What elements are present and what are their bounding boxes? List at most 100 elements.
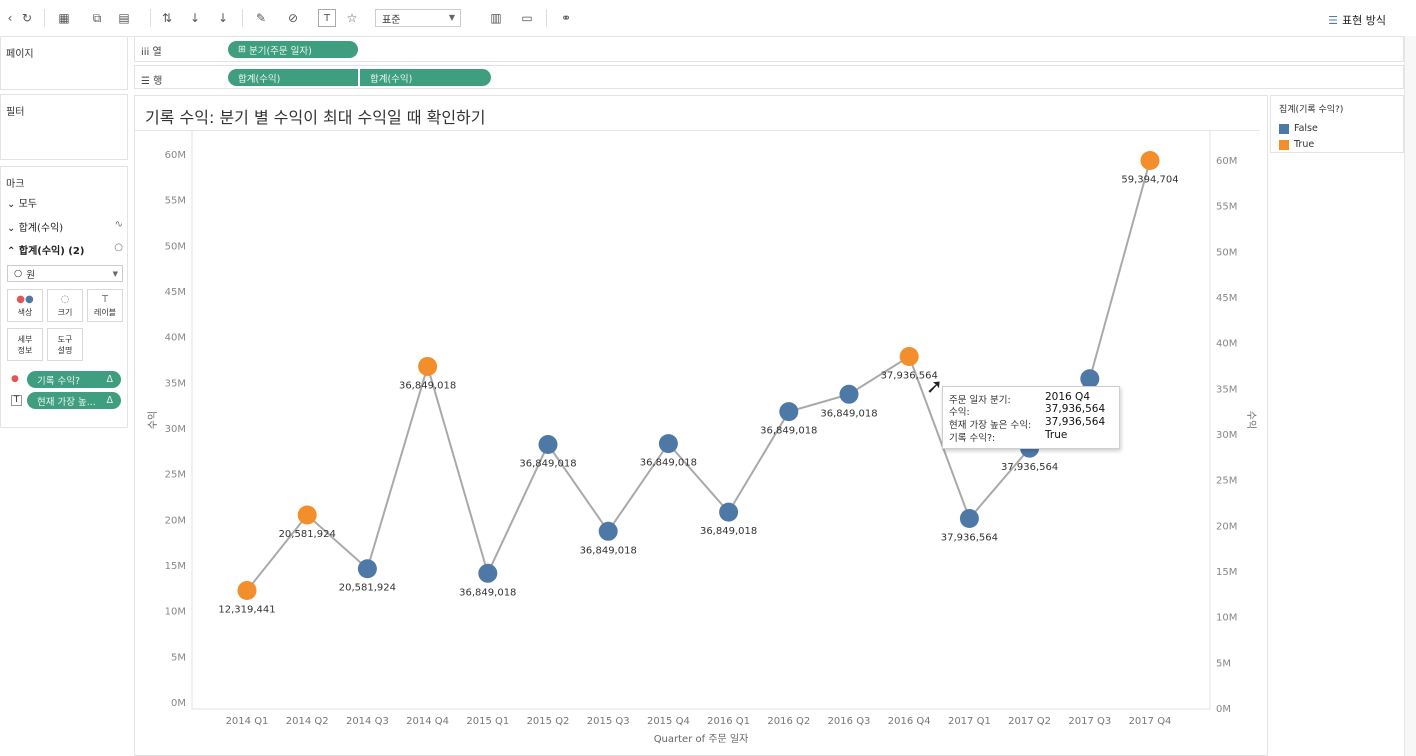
data-label: 36,849,018: [820, 408, 877, 419]
marks-all-label: 모두: [18, 199, 37, 210]
data-point: [719, 502, 739, 522]
y-tick-label-right: 15M: [1216, 567, 1237, 578]
data-point: [959, 509, 979, 529]
tooltip-key-profit: 수익:: [949, 407, 970, 418]
marks-sum1-row[interactable]: ⌄ 합계(수익) ∿: [7, 219, 123, 234]
data-point: [899, 347, 919, 367]
tooltip-button[interactable]: 도구 설명: [47, 328, 83, 361]
show-me-button[interactable]: ☰ 표현 방식: [1328, 12, 1386, 28]
data-label: 36,849,018: [700, 526, 757, 537]
marks-title: 마크: [6, 179, 25, 190]
label-button[interactable]: T 레이블: [87, 289, 123, 322]
mouse-cursor-icon: ➚: [926, 374, 943, 398]
legend-label-false: False: [1294, 123, 1318, 134]
rows-label-text: 행: [153, 76, 163, 87]
y-axis-title-left: 수익: [147, 411, 159, 429]
y-tick-label-right: 10M: [1216, 613, 1237, 624]
data-label: 37,936,564: [1001, 462, 1058, 473]
chevron-down-icon: ▼: [112, 269, 118, 278]
filters-card[interactable]: 필터: [0, 94, 128, 160]
presentation-icon[interactable]: ▭: [518, 9, 536, 27]
legend-swatch-false: [1279, 123, 1289, 134]
y-tick-label-left: 45M: [165, 287, 186, 298]
highlight-icon[interactable]: ✎: [252, 9, 270, 27]
detail-button[interactable]: 세부 정보: [7, 328, 43, 361]
data-label: 37,936,564: [941, 533, 998, 544]
data-point: [357, 559, 377, 579]
data-label: 36,849,018: [580, 545, 637, 556]
tooltip-value-highest: 37,936,564: [1045, 416, 1106, 428]
color-record-pill[interactable]: 기록 수익? Δ: [27, 371, 121, 388]
x-tick-label: 2015 Q4: [647, 716, 690, 727]
pages-card[interactable]: 페이지: [0, 36, 128, 90]
detail-button-label-1: 세부: [17, 335, 33, 344]
label-highest-pill[interactable]: 현재 가장 높... Δ: [27, 392, 121, 409]
duplicate-sheet-icon[interactable]: ⧉: [88, 9, 106, 27]
x-tick-label: 2014 Q1: [226, 716, 269, 727]
share-icon[interactable]: ⚭: [557, 9, 575, 27]
sort-descending-icon[interactable]: ↓: [214, 9, 232, 27]
legend-item-false[interactable]: False: [1279, 123, 1318, 134]
undo-icon[interactable]: ‹: [4, 9, 16, 27]
sort-ascending-icon[interactable]: ↓: [186, 9, 204, 27]
size-button-label: 크기: [57, 308, 73, 317]
legend-label-true: True: [1294, 139, 1315, 150]
mark-type-select[interactable]: ○ 원 ▼: [7, 265, 123, 282]
tooltip-key-record: 기록 수익?:: [949, 433, 996, 444]
color-button[interactable]: ●● 색상: [7, 289, 43, 322]
toolbar-divider: [546, 9, 547, 27]
fit-select[interactable]: 표준 ▼: [375, 9, 461, 27]
y-tick-label-left: 55M: [165, 196, 186, 207]
rows-pill-1[interactable]: 합계(수익): [228, 69, 358, 86]
y-tick-label-left: 0M: [171, 698, 186, 709]
x-tick-label: 2014 Q3: [346, 716, 389, 727]
label-icon: T: [101, 294, 109, 305]
data-point: [478, 563, 498, 583]
size-button[interactable]: ◌ 크기: [47, 289, 83, 322]
label-button-label: 레이블: [93, 308, 117, 317]
columns-pill[interactable]: ⊞ 분기(주문 일자): [228, 41, 358, 58]
tooltip-key-highest: 현재 가장 높은 수익:: [949, 420, 1032, 431]
right-scroll-strip[interactable]: [1404, 36, 1416, 756]
mark-type-value: 원: [26, 269, 36, 281]
data-point: [237, 580, 257, 600]
y-tick-label-left: 40M: [165, 333, 186, 344]
date-icon: ⊞: [238, 44, 246, 55]
x-tick-label: 2016 Q2: [767, 716, 810, 727]
redo-icon[interactable]: ↻: [18, 9, 36, 27]
y-tick-label-right: 45M: [1216, 293, 1237, 304]
x-tick-label: 2014 Q2: [286, 716, 329, 727]
marks-sum2-row[interactable]: ⌃ 합계(수익) (2) ○: [7, 242, 123, 257]
pin-icon[interactable]: ☆: [344, 9, 360, 27]
detail-button-label-2: 정보: [17, 346, 33, 355]
clear-sheet-icon[interactable]: ▤: [114, 9, 134, 27]
tooltip-value-quarter: 2016 Q4: [1045, 391, 1091, 403]
marks-all-row[interactable]: ⌄ 모두: [7, 195, 37, 210]
y-axis-title-right: 수익: [1245, 411, 1257, 429]
y-tick-label-left: 30M: [165, 424, 186, 435]
data-label: 36,849,018: [459, 587, 516, 598]
group-icon[interactable]: ⊘: [284, 9, 302, 27]
x-tick-label: 2015 Q3: [587, 716, 630, 727]
rows-shelf[interactable]: ☰ 행 합계(수익) 합계(수익): [134, 65, 1404, 89]
toolbar-divider: [44, 9, 45, 27]
y-tick-label-left: 50M: [165, 241, 186, 252]
data-label: 12,319,441: [218, 604, 275, 615]
new-worksheet-icon[interactable]: ▦: [54, 9, 74, 27]
y-tick-label-left: 15M: [165, 561, 186, 572]
label-encoding-icon: T: [11, 395, 22, 406]
legend-item-true[interactable]: True: [1279, 139, 1314, 150]
marks-card: 마크 ⌄ 모두 ⌄ 합계(수익) ∿ ⌃ 합계(수익) (2) ○ ○ 원 ▼ …: [0, 166, 128, 428]
fix-axes-icon[interactable]: ▥: [484, 9, 508, 27]
x-tick-label: 2015 Q1: [466, 716, 509, 727]
columns-shelf[interactable]: iii 열 ⊞ 분기(주문 일자): [134, 36, 1404, 62]
swap-axes-icon[interactable]: ⇅: [158, 9, 176, 27]
mark-tooltip: 주문 일자 분기: 2016 Q4 수익: 37,936,564 현재 가장 높…: [942, 386, 1120, 449]
delta-icon: Δ: [106, 374, 114, 385]
rows-pill-2[interactable]: 합계(수익): [360, 69, 491, 86]
data-point: [538, 435, 558, 455]
x-tick-label: 2017 Q2: [1008, 716, 1051, 727]
show-labels-icon[interactable]: T: [318, 9, 336, 27]
y-tick-label-right: 30M: [1216, 430, 1237, 441]
x-tick-label: 2014 Q4: [406, 716, 449, 727]
